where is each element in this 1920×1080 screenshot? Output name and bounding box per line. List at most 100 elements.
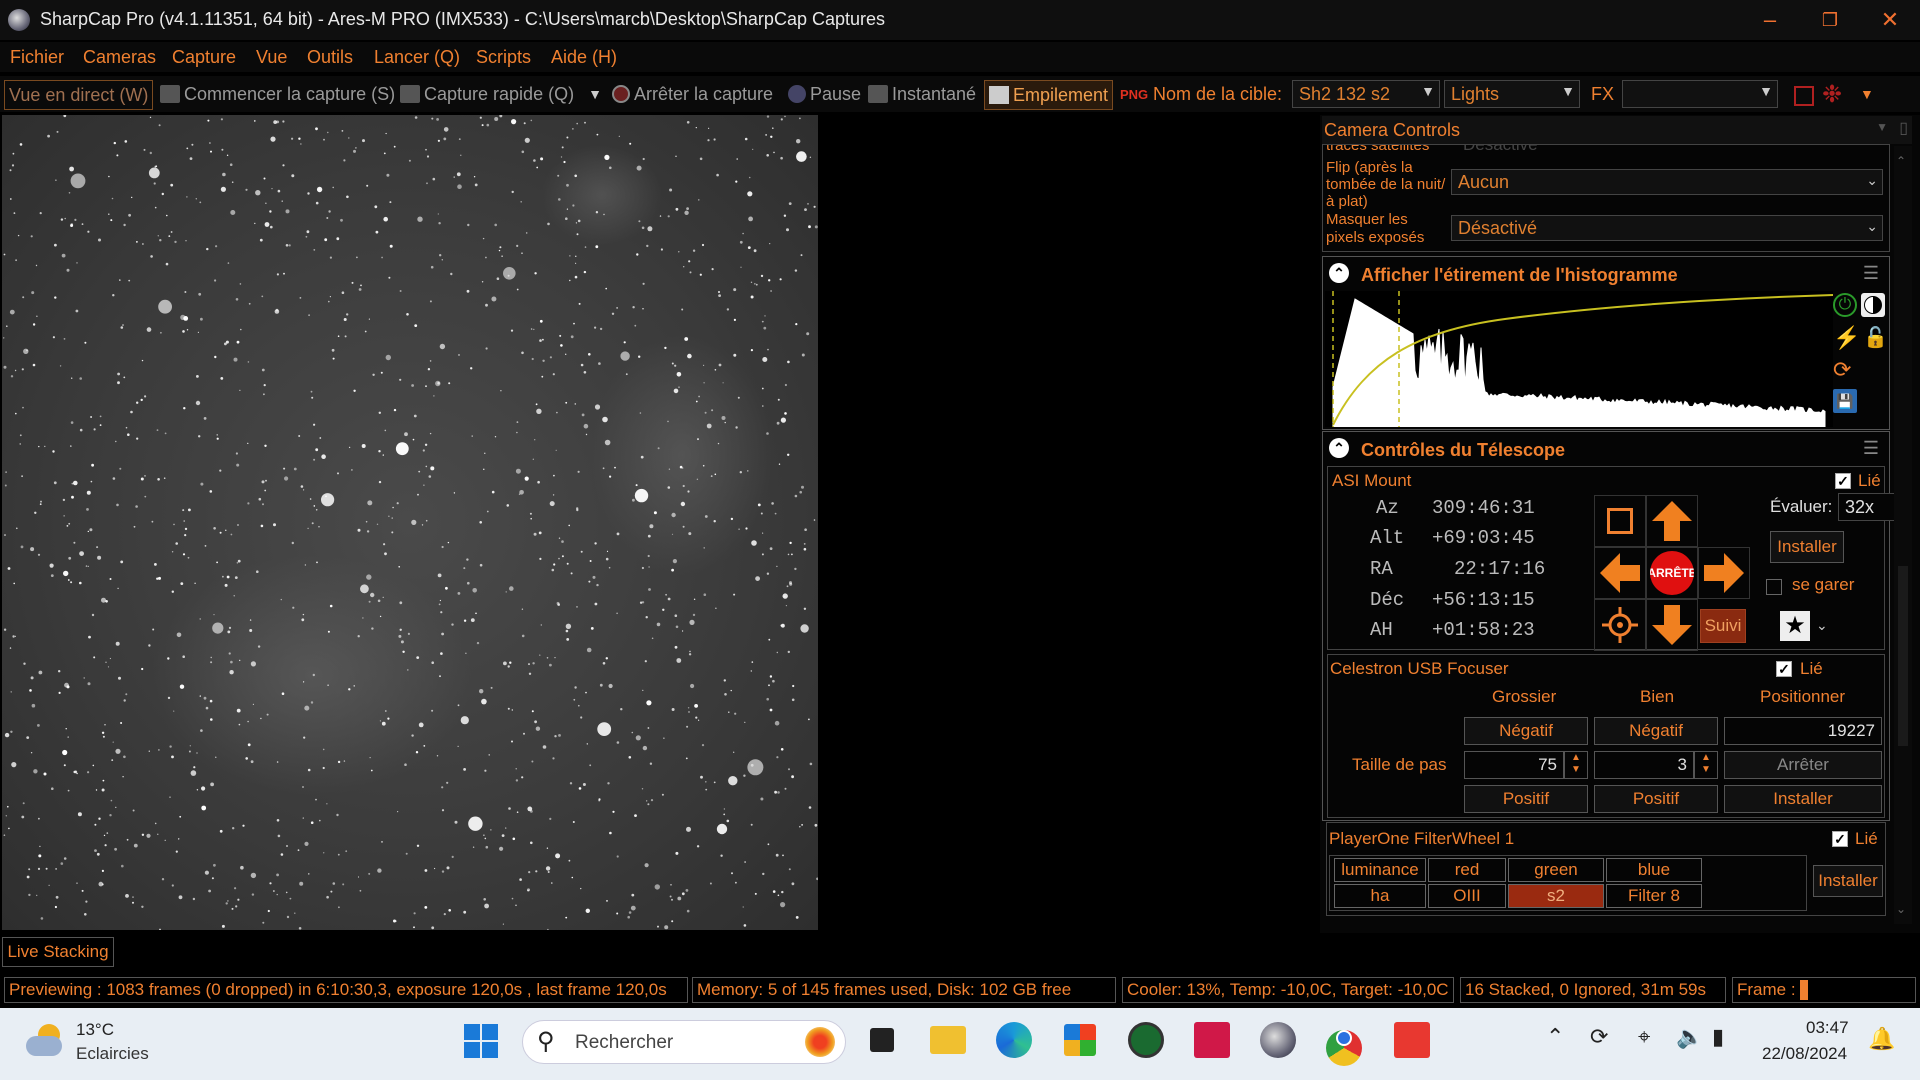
tracking-button[interactable]: Suivi — [1700, 609, 1746, 643]
coarse-step-spinner[interactable]: ▲ ▼ — [1564, 751, 1588, 779]
wifi-icon[interactable]: ⌖ — [1638, 1024, 1650, 1050]
mask-combo[interactable]: Désactivé ⌄ — [1451, 215, 1883, 241]
sharpcap-taskbar-icon[interactable] — [1258, 1020, 1298, 1060]
menu-outils[interactable]: Outils — [307, 47, 353, 68]
restore-icon[interactable]: ❐ — [1802, 0, 1858, 40]
snapshot-button[interactable]: Instantané — [868, 80, 976, 108]
coarse-step-field[interactable]: 75 — [1464, 751, 1564, 779]
fx-combo[interactable]: ▼ — [1622, 80, 1778, 108]
filter-luminance[interactable]: luminance — [1334, 858, 1426, 882]
mount-linked-checkbox[interactable]: ✓ — [1835, 473, 1851, 489]
coarse-negative-button[interactable]: Négatif — [1464, 717, 1588, 745]
chrome-icon[interactable] — [1324, 1020, 1364, 1066]
target-name-combo[interactable]: Sh2 132 s2 ▼ — [1292, 80, 1440, 108]
menu-capture[interactable]: Capture — [172, 47, 236, 68]
png-format-icon[interactable]: PNG — [1120, 80, 1148, 108]
task-view-icon[interactable] — [862, 1020, 902, 1060]
minimize-icon[interactable]: – — [1742, 0, 1798, 40]
power-icon[interactable]: ⏻ — [1833, 293, 1857, 317]
chevron-down-icon[interactable]: ▼ — [588, 86, 602, 102]
position-field[interactable]: 19227 — [1724, 717, 1882, 745]
scroll-down-icon[interactable]: ⌄ — [1896, 902, 1906, 916]
fine-negative-button[interactable]: Négatif — [1594, 717, 1718, 745]
frame-type-combo[interactable]: Lights ▼ — [1444, 80, 1580, 108]
filterwheel-setup-button[interactable]: Installer — [1813, 865, 1883, 897]
spiral-search-icon[interactable] — [1594, 495, 1646, 547]
menu-icon[interactable]: ☰ — [1863, 438, 1879, 459]
menu-lancer[interactable]: Lancer (Q) — [374, 47, 460, 68]
menu-scripts[interactable]: Scripts — [476, 47, 531, 68]
start-capture-button[interactable]: Commencer la capture (S) — [160, 80, 395, 108]
nina-icon[interactable] — [1192, 1020, 1232, 1060]
menu-fichier[interactable]: Fichier — [10, 47, 64, 68]
filter-8[interactable]: Filter 8 — [1606, 884, 1702, 908]
menu-cameras[interactable]: Cameras — [83, 47, 156, 68]
live-stacking-tab[interactable]: Live Stacking — [2, 937, 114, 967]
focuser-linked-checkbox[interactable]: ✓ — [1776, 661, 1792, 677]
quick-capture-button[interactable]: Capture rapide (Q) ▼ — [400, 80, 602, 108]
battery-icon[interactable]: ▮ — [1712, 1024, 1724, 1050]
star-field-image[interactable] — [2, 115, 818, 930]
reset-icon[interactable]: ⟳ — [1833, 357, 1851, 383]
menu-vue[interactable]: Vue — [256, 47, 287, 68]
filter-green[interactable]: green — [1508, 858, 1604, 882]
park-checkbox[interactable] — [1766, 579, 1782, 595]
filter-red[interactable]: red — [1428, 858, 1506, 882]
fine-positive-button[interactable]: Positif — [1594, 785, 1718, 813]
chevron-down-icon[interactable]: ▼ — [1860, 80, 1874, 108]
west-arrow-icon[interactable] — [1594, 547, 1646, 599]
chevron-down-icon[interactable]: ⌄ — [1816, 617, 1828, 634]
filter-ha[interactable]: ha — [1334, 884, 1426, 908]
contrast-icon[interactable] — [1861, 293, 1885, 317]
coarse-positive-button[interactable]: Positif — [1464, 785, 1588, 813]
stacking-button[interactable]: Empilement — [984, 80, 1114, 110]
filter-blue[interactable]: blue — [1606, 858, 1702, 882]
menu-icon[interactable]: ☰ — [1863, 263, 1879, 284]
focuser-setup-button[interactable]: Installer — [1724, 785, 1882, 813]
speaker-muted-icon[interactable]: 🔈 — [1676, 1024, 1703, 1050]
chevron-down-icon[interactable]: ▼ — [1876, 120, 1888, 134]
live-view-button[interactable]: Vue en direct (W) — [4, 80, 154, 110]
lock-icon[interactable]: 🔓 — [1863, 325, 1888, 350]
phd-guiding-icon[interactable] — [1126, 1020, 1166, 1060]
stop-mount-button[interactable]: ARRÊTE — [1646, 547, 1698, 599]
target-reticle-icon[interactable] — [1594, 599, 1646, 651]
panel-scrollbar[interactable]: ⌃ ⌄ — [1894, 146, 1912, 924]
file-explorer-icon[interactable] — [928, 1020, 968, 1060]
filterwheel-linked-checkbox[interactable]: ✓ — [1832, 831, 1848, 847]
fine-step-spinner[interactable]: ▲ ▼ — [1694, 751, 1718, 779]
collapse-icon[interactable]: ⌃ — [1329, 263, 1349, 283]
weather-icon[interactable] — [26, 1024, 64, 1058]
focuser-stop-button[interactable]: Arrêter — [1724, 751, 1882, 779]
mount-setup-button[interactable]: Installer — [1770, 531, 1844, 563]
notification-bell-icon[interactable]: 🔔 — [1868, 1026, 1895, 1052]
menu-aide[interactable]: Aide (H) — [551, 47, 617, 68]
sync-icon[interactable]: ⟳ — [1590, 1024, 1608, 1050]
scrollbar-thumb[interactable] — [1898, 566, 1908, 746]
star-icon[interactable]: ★ — [1780, 611, 1810, 641]
south-arrow-icon[interactable] — [1646, 599, 1698, 651]
stop-capture-button[interactable]: Arrêter la capture — [612, 80, 773, 108]
filter-s2-selected[interactable]: s2 — [1508, 884, 1604, 908]
pin-icon[interactable]: ▯ — [1899, 118, 1908, 138]
north-arrow-icon[interactable] — [1646, 495, 1698, 547]
chevron-up-icon[interactable]: ⌃ — [1546, 1024, 1564, 1050]
crosshair-icon[interactable]: ❉ — [1822, 80, 1842, 108]
flip-combo[interactable]: Aucun ⌄ — [1451, 169, 1883, 195]
reticle-box-icon[interactable] — [1794, 86, 1814, 106]
scroll-up-icon[interactable]: ⌃ — [1896, 154, 1906, 168]
store-icon[interactable] — [1060, 1020, 1100, 1060]
anydesk-icon[interactable] — [1392, 1020, 1432, 1060]
pause-button[interactable]: Pause — [788, 80, 861, 108]
collapse-icon[interactable]: ⌃ — [1329, 438, 1349, 458]
clock-time[interactable]: 03:47 — [1806, 1018, 1849, 1038]
taskbar-search-box[interactable]: ⚲ Rechercher — [522, 1020, 846, 1064]
filter-oiii[interactable]: OIII — [1428, 884, 1506, 908]
histogram-plot[interactable] — [1325, 291, 1833, 427]
edge-icon[interactable] — [994, 1020, 1034, 1060]
lightning-icon[interactable]: ⚡ — [1833, 325, 1860, 351]
save-icon[interactable]: 💾 — [1833, 389, 1857, 413]
fine-step-field[interactable]: 3 — [1594, 751, 1694, 779]
close-icon[interactable]: ✕ — [1862, 0, 1918, 40]
clock-date[interactable]: 22/08/2024 — [1762, 1044, 1847, 1064]
